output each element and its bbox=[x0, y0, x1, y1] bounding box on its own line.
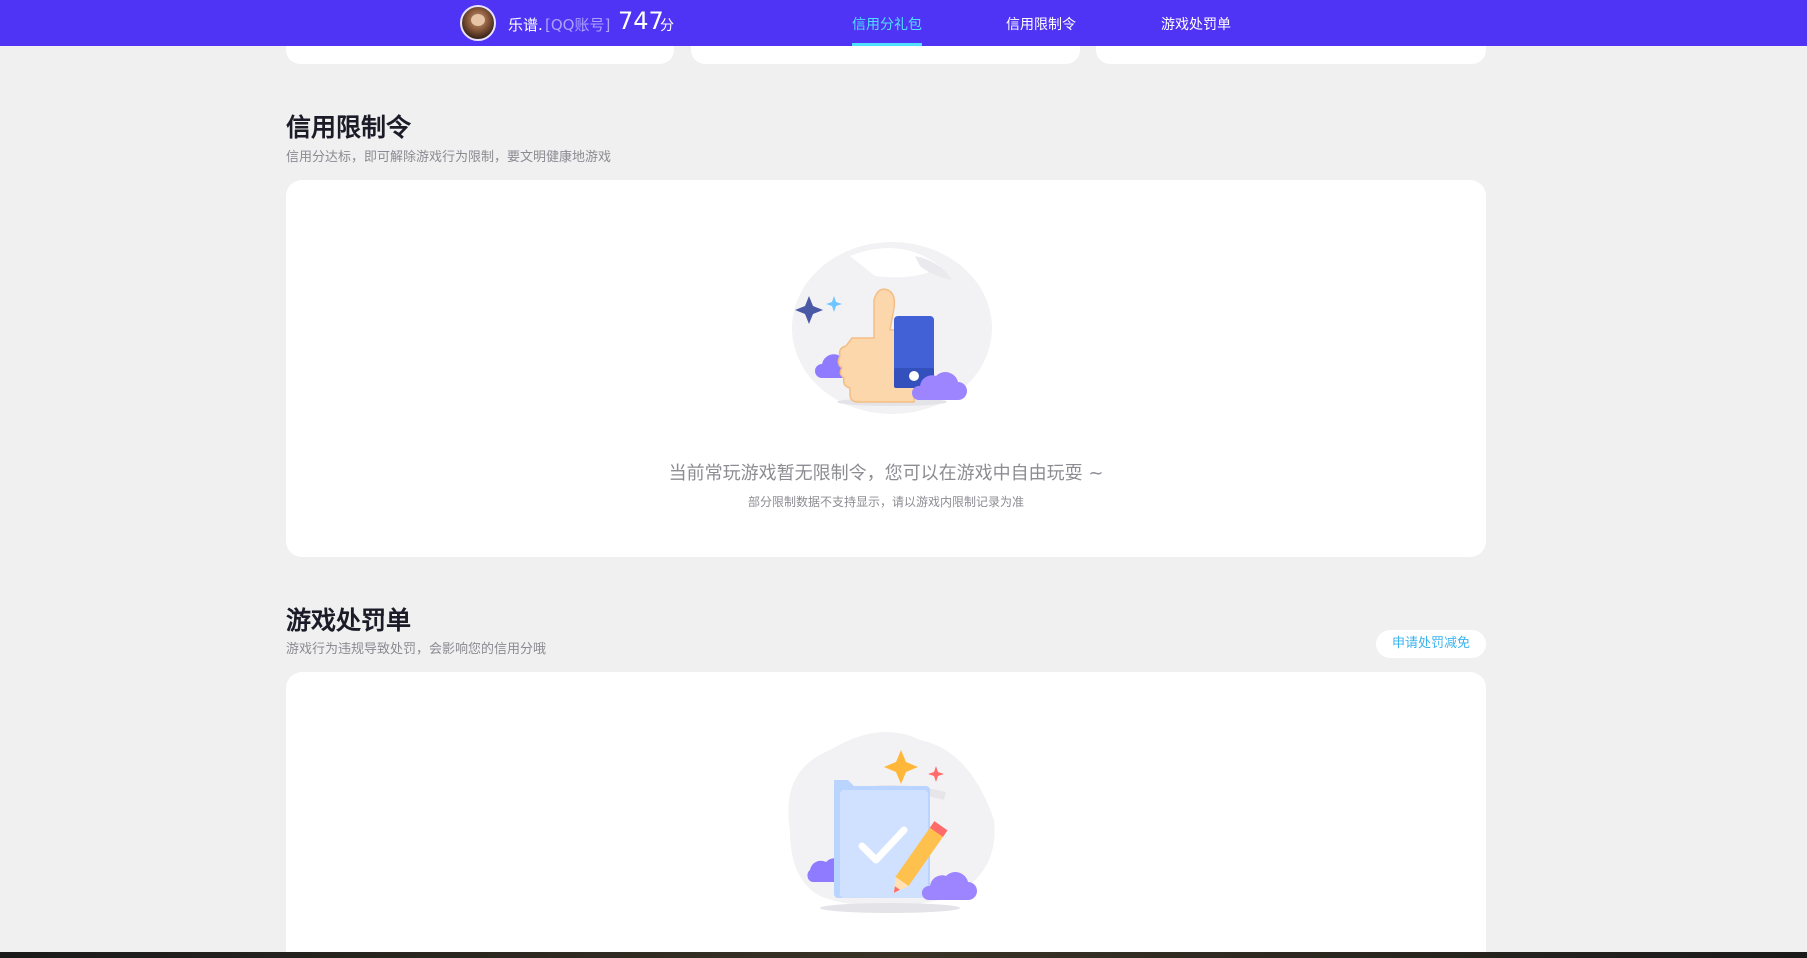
score-unit: 分 bbox=[660, 18, 674, 34]
restriction-panel: 当前常玩游戏暂无限制令，您可以在游戏中自由玩耍 ~ 部分限制数据不支持显示，请以… bbox=[286, 180, 1486, 557]
apply-penalty-reduction-button[interactable]: 申请处罚减免 bbox=[1376, 630, 1486, 658]
active-tab-indicator bbox=[852, 43, 922, 46]
restriction-empty-message: 当前常玩游戏暂无限制令，您可以在游戏中自由玩耍 ~ bbox=[668, 463, 1104, 484]
account-type: [QQ账号] bbox=[545, 16, 611, 34]
section-title-restriction: 信用限制令 bbox=[286, 113, 412, 142]
document-check-icon bbox=[788, 732, 995, 913]
credit-score: 747 bbox=[618, 7, 664, 35]
avatar[interactable] bbox=[460, 5, 496, 41]
tab-credit-restriction[interactable]: 信用限制令 bbox=[1006, 14, 1076, 34]
section-subtitle-penalty: 游戏行为违规导致处罚，会影响您的信用分哦 bbox=[286, 642, 547, 657]
section-subtitle-restriction: 信用分达标，即可解除游戏行为限制，要文明健康地游戏 bbox=[286, 150, 612, 165]
restriction-empty-note: 部分限制数据不支持显示，请以游戏内限制记录为准 bbox=[747, 495, 1024, 509]
tab-credit-gift[interactable]: 信用分礼包 bbox=[852, 14, 922, 34]
section-title-penalty: 游戏处罚单 bbox=[286, 606, 412, 635]
tab-game-penalty[interactable]: 游戏处罚单 bbox=[1161, 14, 1231, 34]
top-bar: 乐谱. [QQ账号] 747 分 信用分礼包 信用限制令 游戏处罚单 bbox=[0, 0, 1807, 46]
penalty-panel bbox=[286, 672, 1486, 958]
nickname: 乐谱. bbox=[508, 16, 543, 34]
taskbar-strip bbox=[0, 952, 1807, 958]
thumbs-up-icon bbox=[792, 242, 992, 414]
